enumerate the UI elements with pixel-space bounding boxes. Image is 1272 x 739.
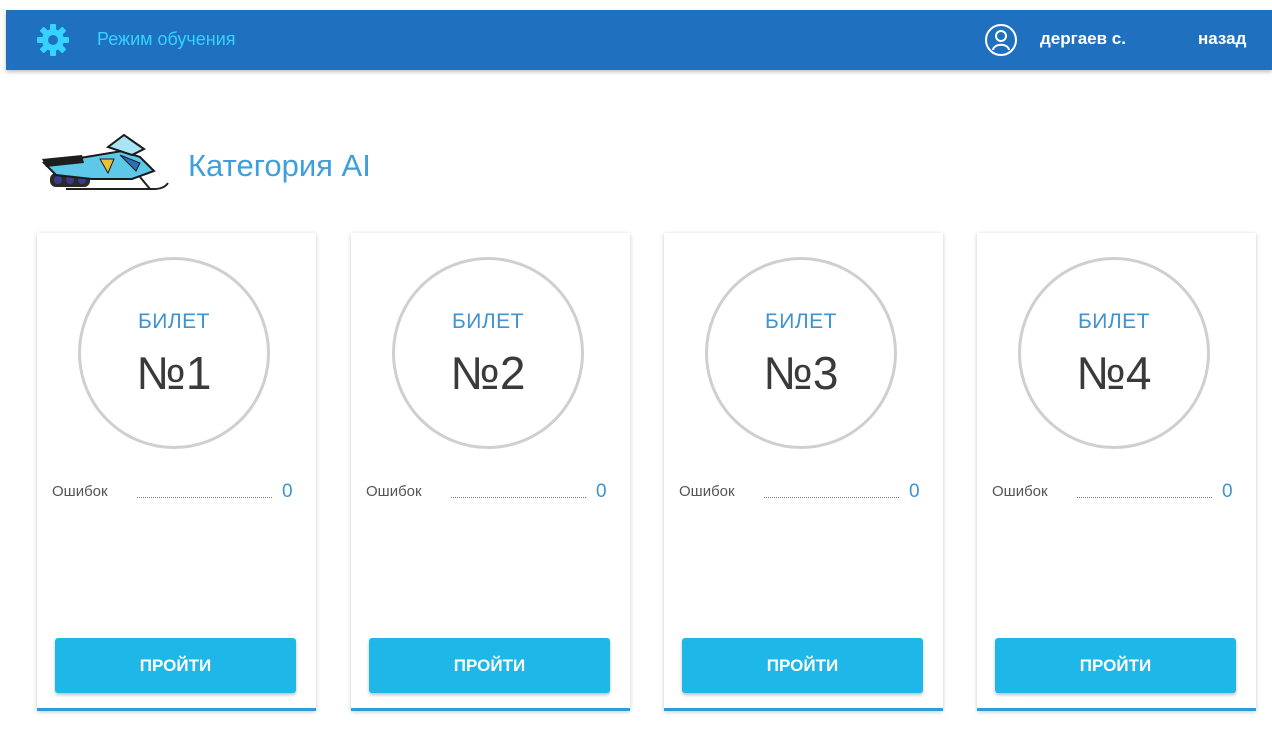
ticket-circle: БИЛЕТ №3 (705, 257, 897, 449)
ticket-number: №2 (450, 347, 526, 399)
errors-label: Ошибок (366, 483, 422, 500)
ticket-card: БИЛЕТ №1 Ошибок 0 ПРОЙТИ (37, 233, 316, 711)
ticket-circle: БИЛЕТ №4 (1018, 257, 1210, 449)
ticket-circle: БИЛЕТ №1 (78, 257, 270, 449)
ticket-word: БИЛЕТ (452, 310, 524, 333)
errors-label: Ошибок (679, 483, 735, 500)
errors-count: 0 (596, 481, 607, 502)
dotted-leader (137, 497, 272, 498)
ticket-word: БИЛЕТ (138, 310, 210, 333)
ticket-word: БИЛЕТ (765, 310, 837, 333)
snowmobile-icon (41, 133, 169, 190)
ticket-number: №4 (1076, 347, 1152, 399)
mode-title: Режим обучения (97, 29, 236, 49)
start-ticket-button[interactable]: ПРОЙТИ (995, 638, 1236, 693)
errors-label: Ошибок (52, 483, 108, 500)
ticket-number: №3 (763, 347, 839, 399)
errors-row: Ошибок 0 (679, 481, 924, 503)
start-ticket-button[interactable]: ПРОЙТИ (369, 638, 610, 693)
back-link[interactable]: назад (1198, 29, 1246, 49)
gear-icon[interactable] (36, 23, 70, 57)
top-bar: Режим обучения дергаев с. назад (6, 10, 1272, 70)
ticket-word: БИЛЕТ (1078, 310, 1150, 333)
errors-label: Ошибок (992, 483, 1048, 500)
dotted-leader (764, 497, 899, 498)
dotted-leader (1077, 497, 1212, 498)
user-name[interactable]: дергаев с. (1040, 29, 1126, 49)
start-ticket-button[interactable]: ПРОЙТИ (682, 638, 923, 693)
errors-row: Ошибок 0 (366, 481, 611, 503)
errors-row: Ошибок 0 (992, 481, 1237, 503)
category-title: Категория AI (188, 148, 371, 183)
errors-count: 0 (282, 481, 293, 502)
ticket-card: БИЛЕТ №2 Ошибок 0 ПРОЙТИ (351, 233, 630, 711)
ticket-number: №1 (136, 347, 212, 399)
ticket-card: БИЛЕТ №4 Ошибок 0 ПРОЙТИ (977, 233, 1256, 711)
dotted-leader (451, 497, 586, 498)
user-icon[interactable] (984, 23, 1018, 57)
errors-count: 0 (1222, 481, 1233, 502)
errors-count: 0 (909, 481, 920, 502)
ticket-card: БИЛЕТ №3 Ошибок 0 ПРОЙТИ (664, 233, 943, 711)
errors-row: Ошибок 0 (52, 481, 297, 503)
ticket-circle: БИЛЕТ №2 (392, 257, 584, 449)
start-ticket-button[interactable]: ПРОЙТИ (55, 638, 296, 693)
